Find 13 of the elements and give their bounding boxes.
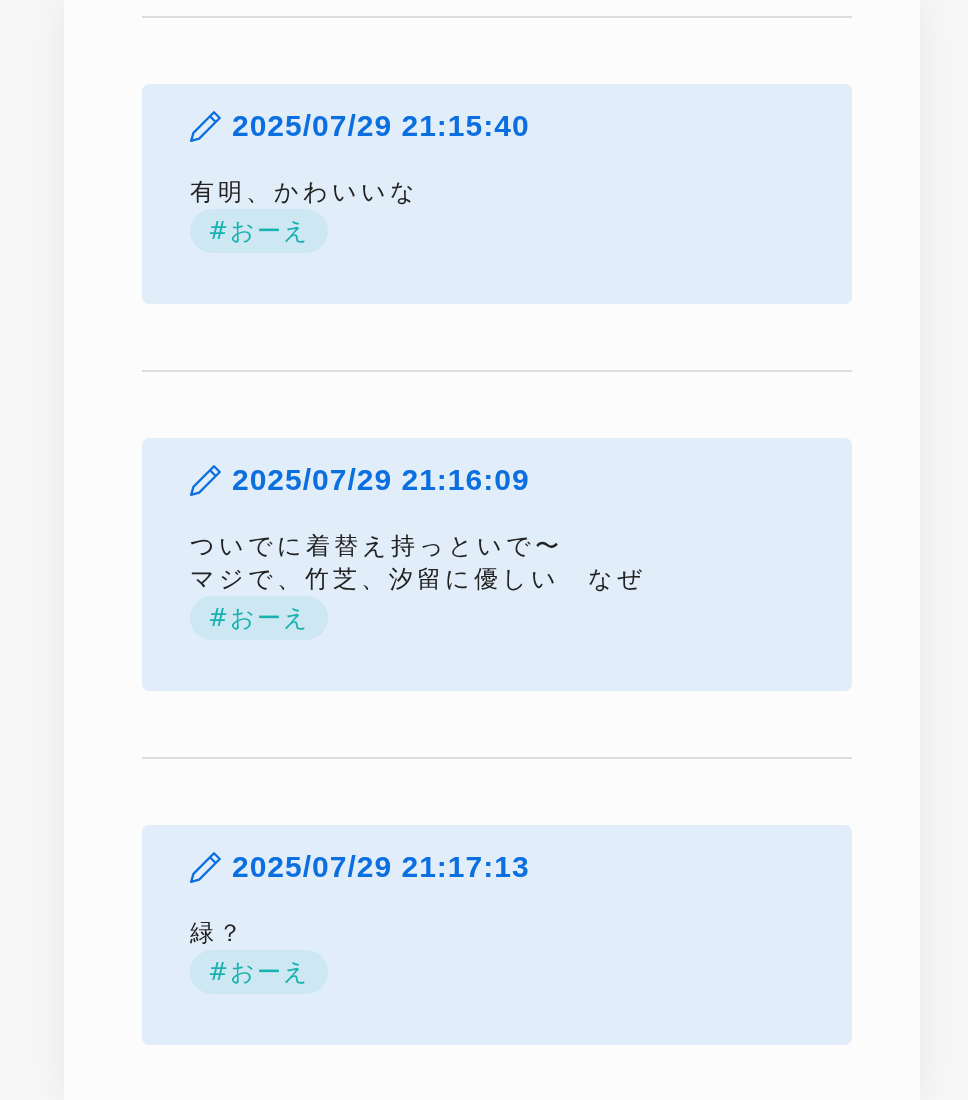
hashtag-chip[interactable]: #おーえ xyxy=(190,596,329,640)
post-text-line: 有明、かわいいな xyxy=(190,177,420,208)
timestamp: 2025/07/29 21:17:13 xyxy=(232,850,530,884)
pencil-icon xyxy=(190,464,222,496)
pencil-icon xyxy=(190,851,222,883)
pencil-icon xyxy=(190,110,222,142)
post-text-line: 緑？ xyxy=(190,918,247,949)
post-text-line: ついでに着替え持っといで〜 xyxy=(190,531,564,562)
hashtag-chip[interactable]: #おーえ xyxy=(190,209,329,253)
timestamp: 2025/07/29 21:16:09 xyxy=(232,463,530,497)
hashtag-chip[interactable]: #おーえ xyxy=(190,950,329,994)
timestamp: 2025/07/29 21:15:40 xyxy=(232,109,530,143)
post-text-line: マジで、竹芝、汐留に優しい なぜ xyxy=(190,564,647,595)
